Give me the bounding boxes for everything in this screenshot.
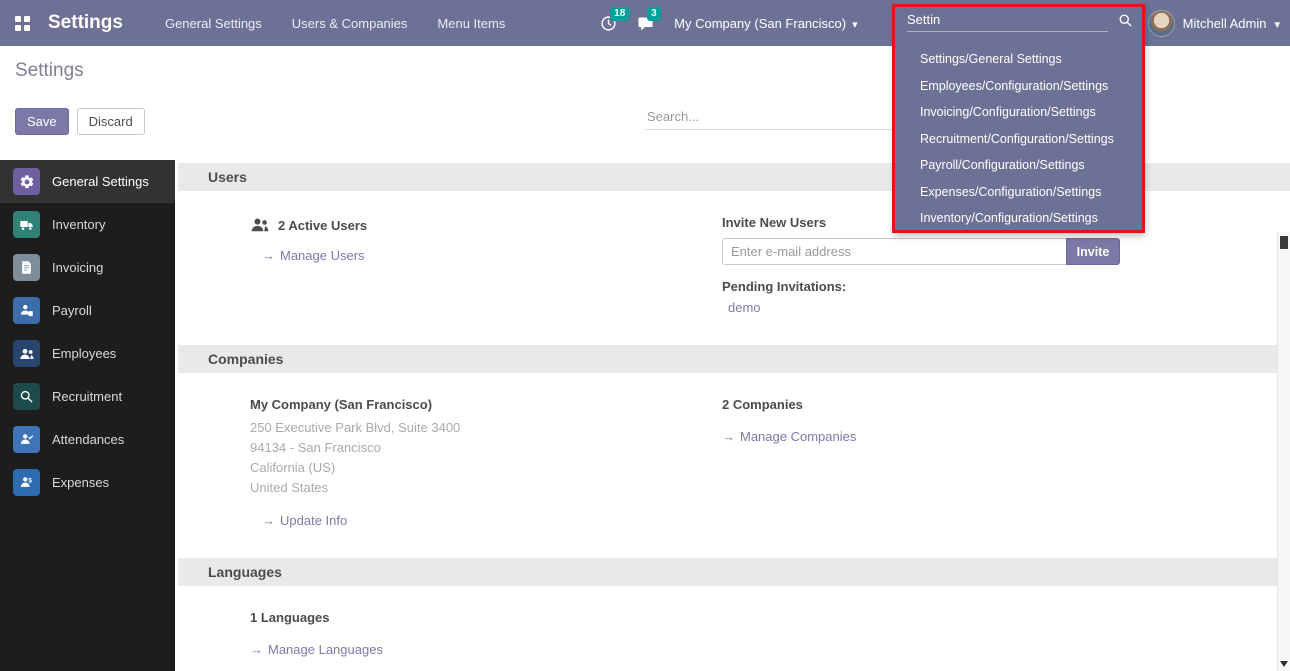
manage-companies-link[interactable]: Manage Companies: [722, 429, 856, 444]
sidebar-item-invoicing[interactable]: Invoicing: [0, 246, 175, 289]
search-suggestions-dropdown: Settings/General Settings Employees/Conf…: [895, 0, 1145, 233]
vertical-scrollbar[interactable]: [1277, 232, 1290, 671]
pending-invitation-user[interactable]: demo: [728, 300, 761, 315]
activities-badge: 18: [610, 7, 629, 21]
settings-sidebar: General Settings Inventory Invoicing Pay…: [0, 160, 175, 671]
company-switcher[interactable]: My Company (San Francisco): [674, 16, 857, 31]
sidebar-item-label: Inventory: [52, 217, 105, 232]
sidebar-item-label: Attendances: [52, 432, 124, 447]
search-icon: [1118, 13, 1133, 28]
search-result-item[interactable]: Recruitment/Configuration/Settings: [895, 126, 1145, 153]
arrow-right-icon: [722, 429, 735, 444]
sidebar-item-label: Expenses: [52, 475, 109, 490]
svg-text:$: $: [28, 478, 32, 485]
navbar-search-input[interactable]: [907, 8, 1108, 32]
search-result-item[interactable]: Invoicing/Configuration/Settings: [895, 99, 1145, 126]
app-title: Settings: [48, 12, 123, 34]
employees-icon: [13, 340, 40, 367]
search-result-item[interactable]: Payroll/Configuration/Settings: [895, 152, 1145, 179]
sidebar-item-label: Payroll: [52, 303, 92, 318]
invite-email-input[interactable]: [722, 238, 1066, 265]
search-result-item[interactable]: Settings/General Settings: [895, 46, 1145, 73]
truck-icon: [13, 211, 40, 238]
sidebar-item-label: Employees: [52, 346, 116, 361]
payroll-icon: [13, 297, 40, 324]
sidebar-item-general-settings[interactable]: General Settings: [0, 160, 175, 203]
company-name: My Company (San Francisco): [250, 397, 722, 412]
address-line: 250 Executive Park Blvd, Suite 3400: [250, 418, 722, 438]
address-line: 94134 - San Francisco: [250, 438, 722, 458]
sidebar-item-payroll[interactable]: Payroll: [0, 289, 175, 332]
odoo-settings-screen: Settings General Settings Users & Compan…: [0, 0, 1290, 671]
invoice-icon: [13, 254, 40, 281]
active-users-count: 2 Active Users: [278, 218, 367, 233]
attendance-icon: [13, 426, 40, 453]
section-companies: My Company (San Francisco) 250 Executive…: [175, 373, 1290, 558]
recruitment-icon: [13, 383, 40, 410]
navbar-menu: General Settings Users & Companies Menu …: [165, 16, 505, 31]
expense-icon: $: [13, 469, 40, 496]
scroll-down-arrow-icon[interactable]: [1280, 661, 1288, 667]
control-panel-buttons: Save Discard: [15, 108, 145, 135]
address-line: United States: [250, 478, 722, 498]
user-name: Mitchell Admin: [1183, 16, 1267, 31]
messages-button[interactable]: 3: [637, 15, 654, 32]
manage-users-link[interactable]: Manage Users: [262, 248, 365, 263]
invite-button[interactable]: Invite: [1066, 238, 1120, 265]
arrow-right-icon: [262, 513, 275, 528]
chevron-down-icon: [852, 16, 858, 31]
search-result-item[interactable]: Inventory/Configuration/Settings: [895, 205, 1145, 232]
section-header-languages: Languages: [178, 558, 1290, 586]
address-line: California (US): [250, 458, 722, 478]
avatar: [1148, 10, 1175, 37]
search-result-item[interactable]: Expenses/Configuration/Settings: [895, 179, 1145, 206]
manage-languages-link[interactable]: Manage Languages: [250, 642, 383, 657]
messages-badge: 3: [647, 7, 661, 21]
menu-menu-items[interactable]: Menu Items: [437, 16, 505, 31]
sidebar-item-label: Recruitment: [52, 389, 122, 404]
gear-icon: [13, 168, 40, 195]
sidebar-item-label: Invoicing: [52, 260, 103, 275]
sidebar-item-inventory[interactable]: Inventory: [0, 203, 175, 246]
discard-button[interactable]: Discard: [77, 108, 145, 135]
sidebar-item-label: General Settings: [52, 174, 149, 189]
menu-general-settings[interactable]: General Settings: [165, 16, 262, 31]
users-icon: [250, 215, 270, 235]
company-address: 250 Executive Park Blvd, Suite 3400 9413…: [250, 418, 722, 498]
scrollbar-thumb[interactable]: [1280, 236, 1288, 249]
company-switcher-label: My Company (San Francisco): [674, 16, 846, 31]
search-result-item[interactable]: Employees/Configuration/Settings: [895, 73, 1145, 100]
sidebar-item-recruitment[interactable]: Recruitment: [0, 375, 175, 418]
page-body: General Settings Inventory Invoicing Pay…: [0, 160, 1290, 671]
apps-grid-icon: [15, 16, 30, 31]
languages-count: 1 Languages: [250, 610, 722, 625]
page-title: Settings: [15, 60, 84, 82]
companies-count: 2 Companies: [722, 397, 1122, 412]
arrow-right-icon: [262, 248, 275, 263]
menu-users-companies[interactable]: Users & Companies: [292, 16, 408, 31]
sidebar-item-attendances[interactable]: Attendances: [0, 418, 175, 461]
navbar-search: [895, 0, 1145, 40]
section-header-companies: Companies: [178, 345, 1290, 373]
pending-invitations-label: Pending Invitations:: [722, 279, 1122, 294]
chevron-down-icon: [1274, 16, 1280, 31]
search-results-list: Settings/General Settings Employees/Conf…: [895, 40, 1145, 232]
arrow-right-icon: [250, 642, 263, 657]
sidebar-item-expenses[interactable]: $ Expenses: [0, 461, 175, 504]
section-languages: 1 Languages Manage Languages: [175, 586, 1290, 671]
save-button[interactable]: Save: [15, 108, 69, 135]
user-menu[interactable]: Mitchell Admin: [1148, 10, 1280, 37]
apps-menu-button[interactable]: [0, 0, 44, 46]
settings-content: Users 2 Active Users Manage Users: [175, 160, 1290, 671]
update-info-link[interactable]: Update Info: [262, 513, 347, 528]
activities-button[interactable]: 18: [600, 15, 617, 32]
sidebar-item-employees[interactable]: Employees: [0, 332, 175, 375]
